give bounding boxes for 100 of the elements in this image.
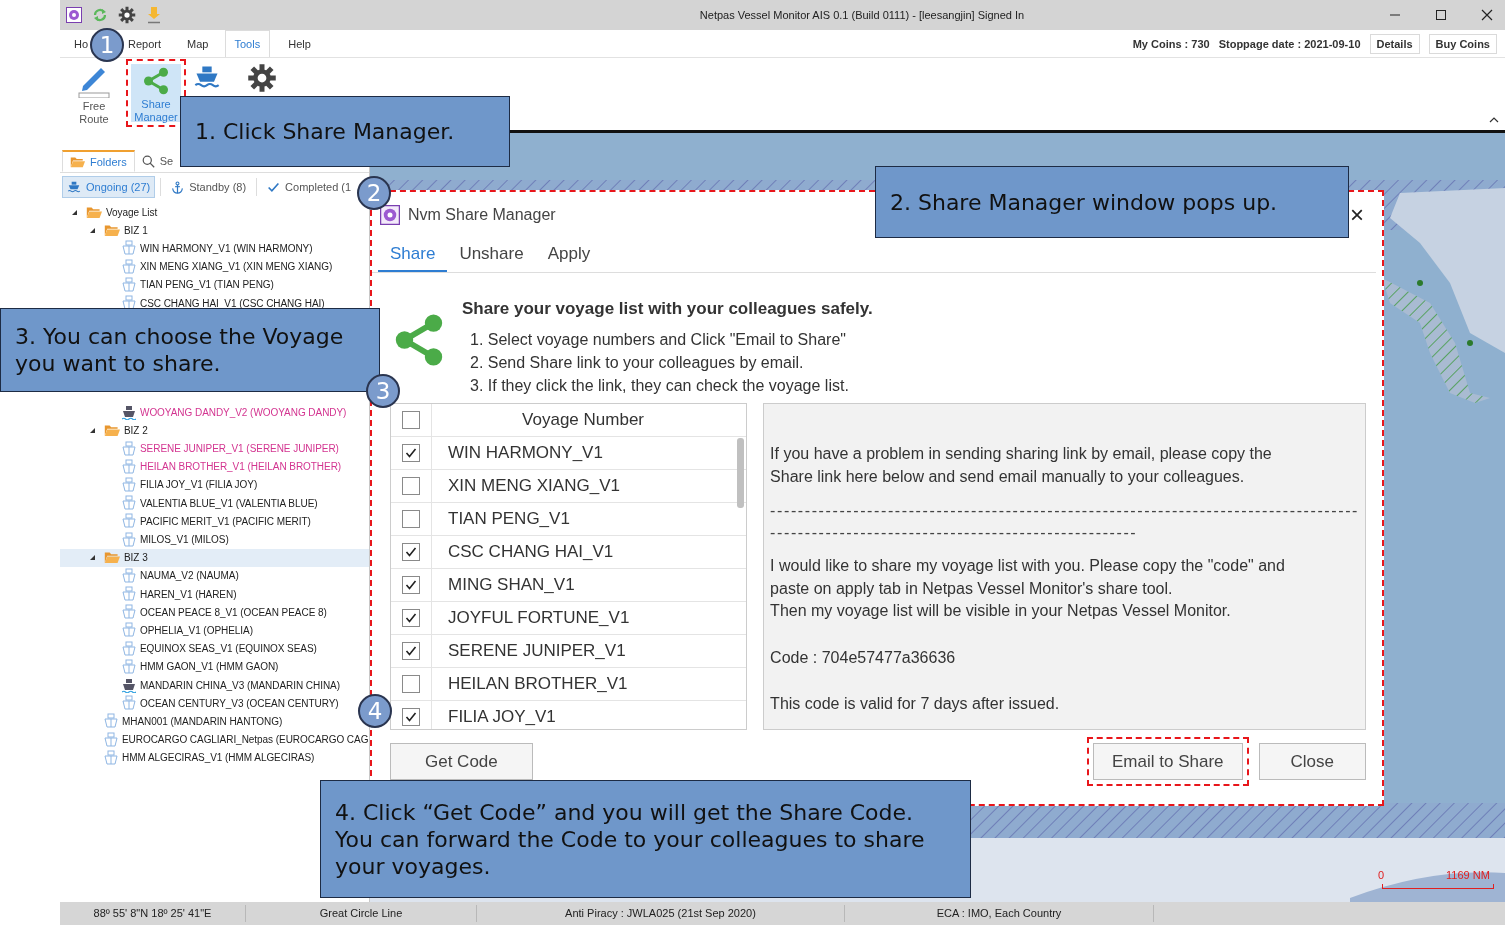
maximize-icon[interactable] (1435, 9, 1447, 21)
app-logo-icon (380, 205, 400, 225)
checkbox[interactable] (402, 444, 420, 462)
gear-icon (247, 63, 277, 93)
status-field: 88º 55' 8"N 18º 25' 41"E (60, 905, 246, 922)
status-field: Great Circle Line (246, 905, 477, 922)
expand-toggle-icon[interactable] (70, 208, 78, 216)
tree-item[interactable]: MILOS_V1 (MILOS) (60, 530, 229, 549)
dialog-button[interactable]: Close (1258, 743, 1366, 780)
checkbox[interactable] (402, 510, 420, 528)
checkbox[interactable] (402, 576, 420, 594)
tree-item[interactable]: SERENE JUNIPER_V1 (SERENE JUNIPER) (60, 439, 339, 458)
tree-item[interactable]: MHAN001 (MANDARIN HANTONG) (60, 712, 283, 731)
tree-item[interactable]: HMM ALGECIRAS_V1 (HMM ALGECIRAS) (60, 748, 315, 767)
expand-toggle-icon[interactable] (88, 226, 96, 234)
ship-outline-icon (122, 495, 136, 512)
close-button[interactable]: × (1350, 201, 1364, 229)
ship-icon (122, 404, 136, 421)
checkbox[interactable] (402, 675, 420, 693)
table-cell-text: SERENE JUNIPER_V1 (447, 641, 626, 661)
tree-item[interactable]: FILIA JOY_V1 (FILIA JOY) (60, 475, 258, 495)
pencil-tool-button[interactable]: Free Route (64, 59, 124, 127)
expand-toggle-icon[interactable] (88, 554, 96, 562)
ship-outline-icon (122, 622, 136, 639)
tree-item[interactable]: TIAN PENG_V1 (TIAN PENG) (60, 275, 274, 294)
tree-item[interactable]: NAUMA_V2 (NAUMA) (60, 566, 239, 585)
collapse-caret-icon[interactable] (1489, 117, 1499, 123)
menu-tab[interactable]: Report (127, 30, 163, 57)
tree-item[interactable]: HMM GAON_V1 (HMM GAON) (60, 657, 279, 676)
instruction-step: 1. Select voyage numbers and Click "Email to Share" (470, 328, 873, 351)
download-icon[interactable] (146, 6, 162, 24)
tree-item[interactable]: VALENTIA BLUE_V1 (VALENTIA BLUE) (60, 494, 318, 513)
checkbox[interactable] (402, 642, 420, 660)
app-logo-icon[interactable] (66, 7, 82, 23)
tree-item[interactable]: HEILAN BROTHER_V1 (HEILAN BROTHER) (60, 457, 342, 476)
tree-item[interactable]: OCEAN PEACE 8_V1 (OCEAN PEACE 8) (60, 603, 327, 622)
search-icon (141, 154, 155, 168)
checkbox[interactable] (402, 609, 420, 627)
dialog-tab[interactable]: Unshare (447, 238, 536, 272)
folder-icon (104, 551, 120, 565)
tree-item[interactable]: WOOYANG DANDY_V2 (WOOYANG DANDY) (60, 403, 347, 422)
table-cell-text: HEILAN BROTHER_V1 (447, 674, 628, 694)
tree-item[interactable]: WIN HARMONY_V1 (WIN HARMONY) (60, 239, 313, 258)
filter-button[interactable]: Standby (8) (166, 176, 252, 198)
check-icon (267, 180, 281, 194)
dialog-button[interactable]: Email to Share (1087, 737, 1249, 786)
tree-item[interactable]: HAREN_V1 (HAREN) (60, 585, 237, 604)
table-cell-text: XIN MENG XIANG_V1 (447, 476, 620, 496)
ship-icon (67, 180, 81, 194)
filter-button[interactable]: Completed (1 (262, 176, 357, 198)
ship-outline-icon (122, 458, 136, 475)
menu-tab[interactable]: Map (186, 30, 210, 57)
checkbox[interactable] (402, 708, 420, 726)
ship-outline-icon (122, 640, 136, 657)
tree-item[interactable]: Voyage List (60, 203, 158, 222)
instruction-step: 2. Send Share link to your colleagues by email. (470, 351, 873, 374)
tree-item[interactable]: EQUINOX SEAS_V1 (EQUINOX SEAS) (60, 639, 317, 658)
ship-outline-icon (122, 531, 136, 548)
tree-item[interactable]: PACIFIC MERIT_V1 (PACIFIC MERIT) (60, 512, 311, 531)
settings-icon[interactable] (118, 6, 136, 24)
dialog-tab[interactable]: Apply (535, 238, 603, 272)
tree-item[interactable]: BIZ 1 (60, 221, 148, 240)
folder-icon (104, 424, 120, 437)
share-code: Code : 704e57477a36636 (770, 647, 957, 668)
tree-item[interactable]: BIZ 3 (60, 548, 369, 567)
close-icon[interactable] (1481, 9, 1493, 21)
message-text: I would like to share my voyage list with you. Please copy the "code" and paste on apply tab in Netpas Vessel Monitor's share tool. (770, 556, 1286, 599)
menu-tab[interactable]: Help (287, 30, 312, 57)
tree-item[interactable]: BIZ 2 (60, 421, 148, 440)
panel-tab[interactable]: Folders (62, 150, 135, 172)
menu-tab[interactable]: Ho (73, 30, 90, 57)
checkbox[interactable] (402, 411, 420, 429)
menu-tab[interactable]: Tools (224, 30, 271, 57)
tree-item[interactable]: MANDARIN CHINA_V3 (MANDARIN CHINA) (60, 675, 340, 695)
ship-outline-icon (122, 586, 136, 603)
instruction-text: If you have a problem in sending sharing link by email, please copy the Share link here below and send email manually to your colleagues. (770, 444, 1273, 487)
table-cell-text: FILIA JOY_V1 (447, 707, 556, 727)
ship-outline-icon (122, 604, 136, 621)
status-field: ECA : IMO, Each Country (845, 905, 1154, 922)
details-button[interactable]: Details (1369, 33, 1420, 54)
filter-button[interactable]: Ongoing (27) (62, 176, 156, 198)
scrollbar-thumb[interactable] (737, 438, 745, 508)
validity-text: This code is valid for 7 days after issued. (770, 693, 1061, 714)
buy-coins-button[interactable]: Buy Coins (1428, 33, 1497, 54)
instruction-step: 3. If they click the link, they can check the voyage list. (470, 374, 873, 397)
ship-outline-icon (122, 476, 136, 493)
callout-box: 4. Click “Get Code” and you will get the Share Code. You can forward the Code to your colleagues to share your voyages. (320, 780, 971, 898)
dialog-button[interactable]: Get Code (390, 743, 533, 780)
callout-box: 1. Click Share Manager. (180, 96, 510, 167)
tree-item[interactable]: OCEAN CENTURY_V3 (OCEAN CENTURY) (60, 694, 339, 713)
checkbox[interactable] (402, 477, 420, 495)
checkmark-icon (405, 711, 417, 723)
window-title: Netpas Vessel Monitor AIS 0.1 (Build 0111) - [leesangjin] Signed In (698, 9, 1026, 21)
tree-item[interactable]: OPHELIA_V1 (OPHELIA) (60, 621, 253, 640)
table-cell-text: TIAN PENG_V1 (447, 509, 570, 529)
checkbox[interactable] (402, 543, 420, 561)
expand-toggle-icon[interactable] (88, 426, 96, 434)
panel-tab[interactable]: Se (134, 150, 181, 172)
tree-item[interactable]: EUROCARGO CAGLIARI_Netpas (EUROCARGO CAG (60, 730, 369, 749)
tree-item[interactable]: XIN MENG XIANG_V1 (XIN MENG XIANG) (60, 257, 333, 276)
